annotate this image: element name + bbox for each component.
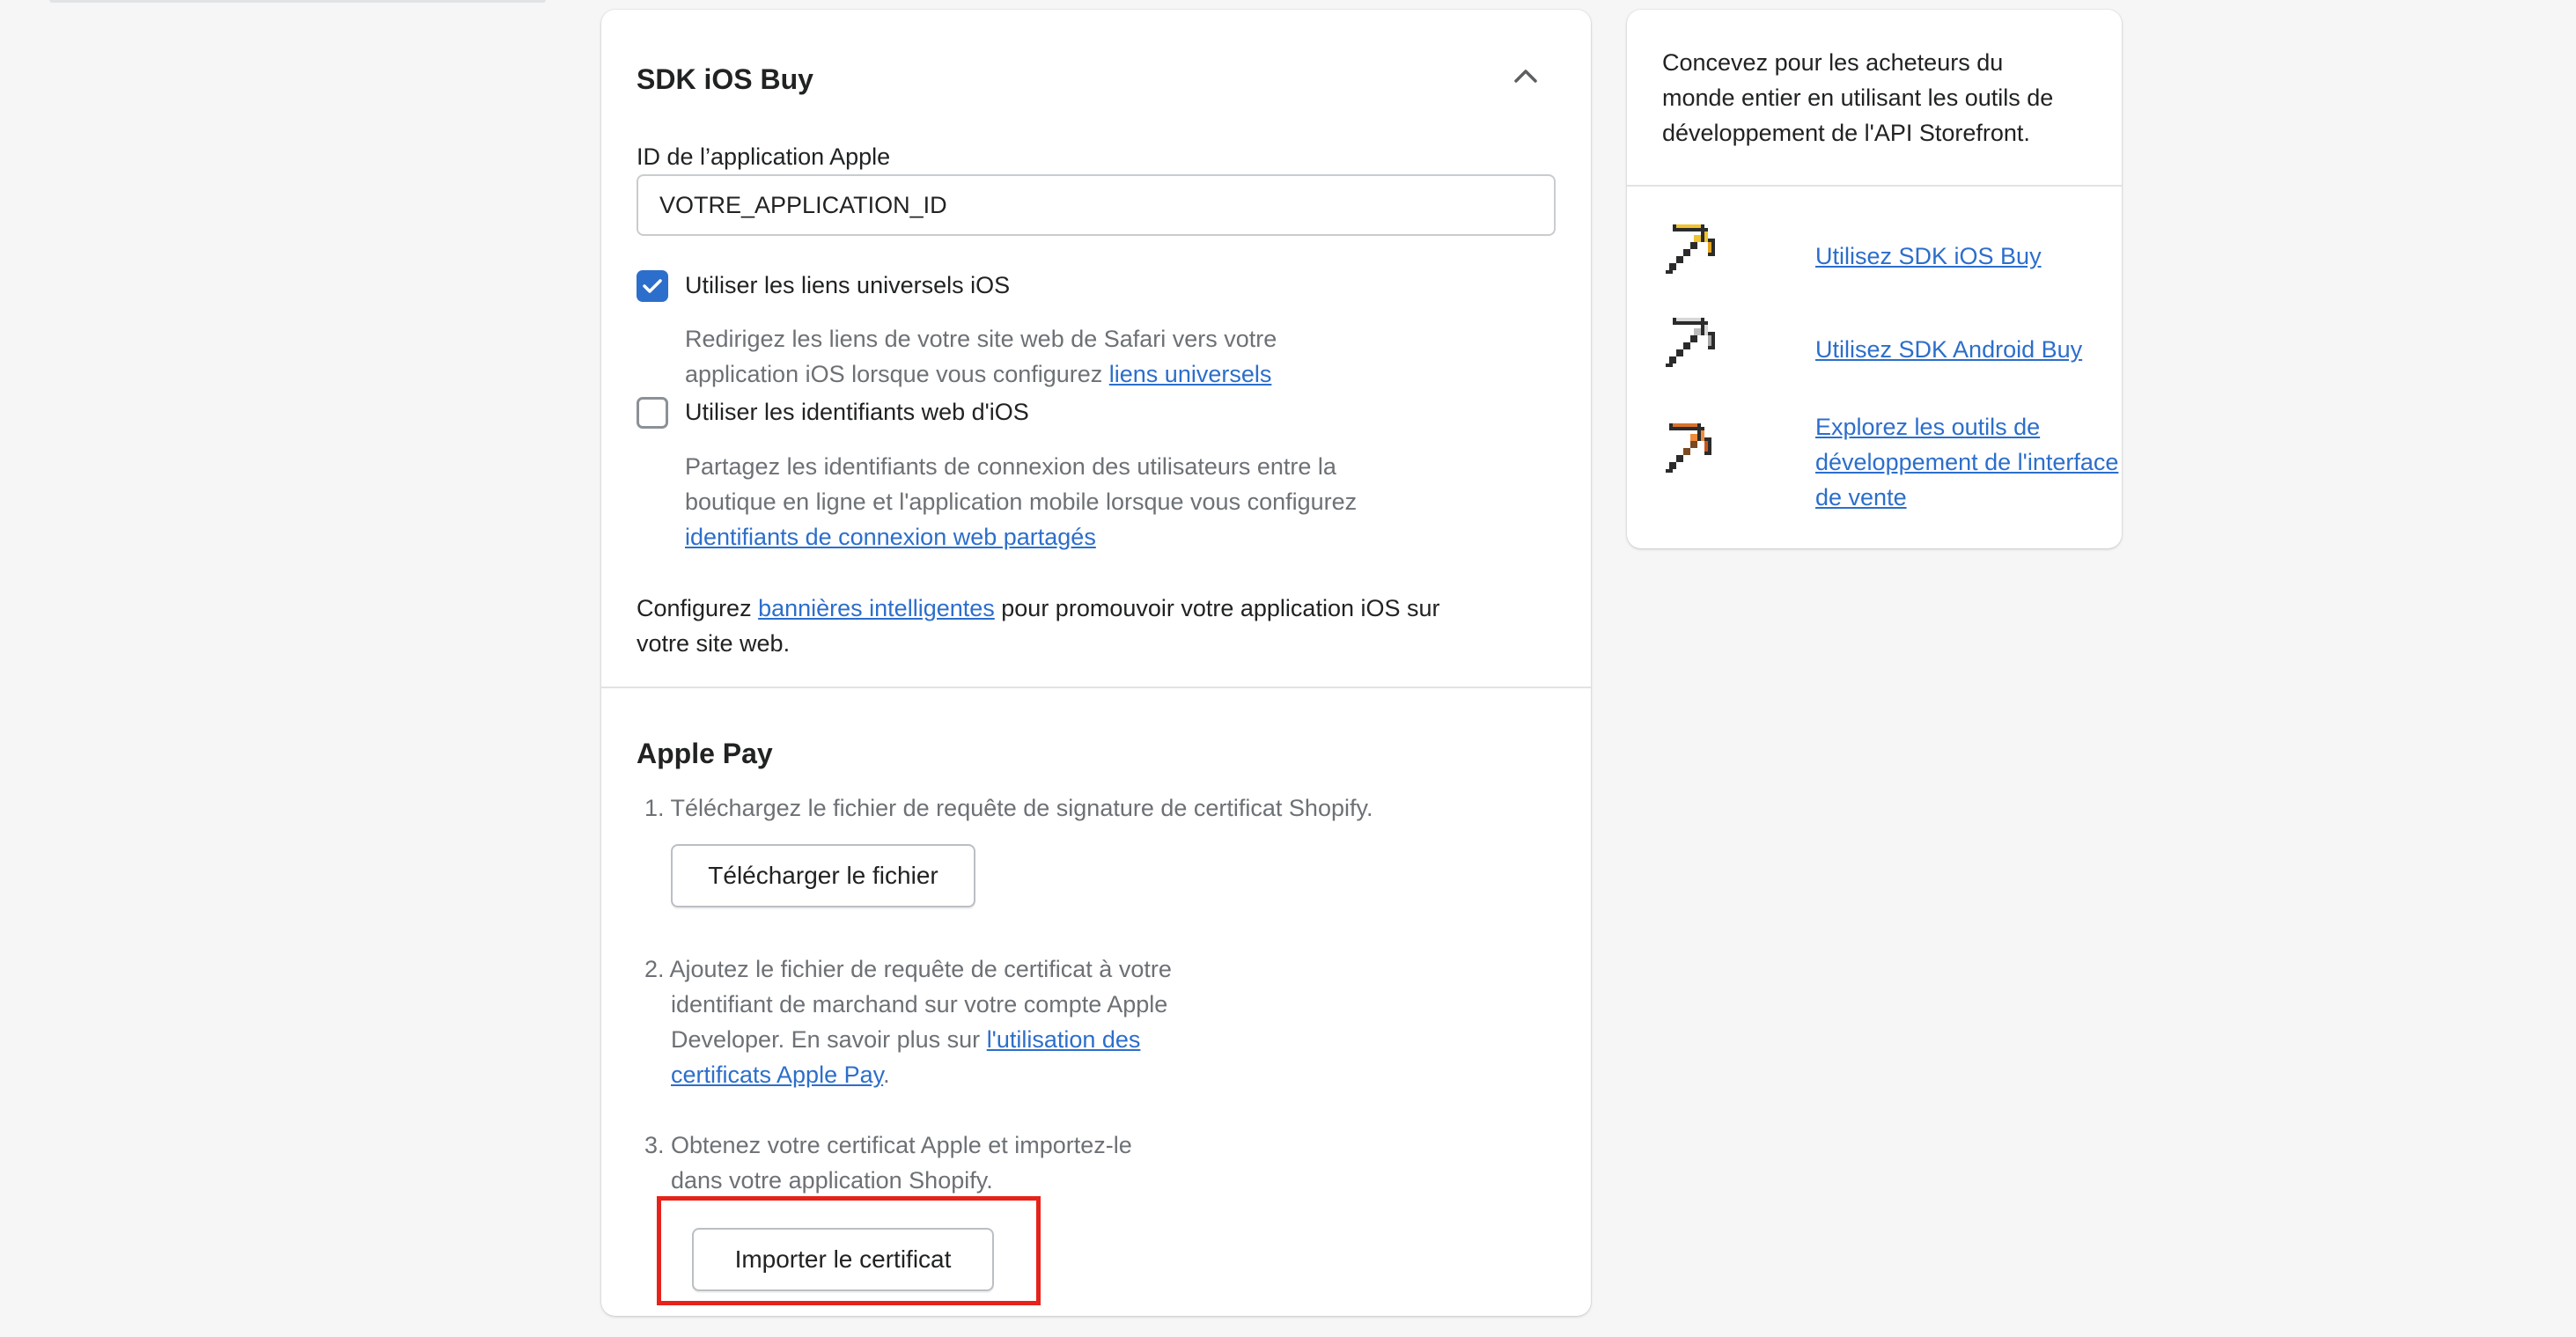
web-credentials-description: Partagez les identifiants de connexion d…	[685, 449, 1357, 555]
app-id-input[interactable]	[637, 174, 1556, 236]
universal-links-desc-line2: application iOS lorsque vous configurez …	[685, 356, 1277, 392]
universal-links-label[interactable]: Utiliser les liens universels iOS	[685, 272, 1010, 299]
sidebar-divider	[1627, 185, 2122, 187]
ios-buy-sdk-link[interactable]: Utilisez SDK iOS Buy	[1815, 239, 2042, 274]
smart-banner-line2: votre site web.	[637, 630, 791, 657]
android-buy-sdk-link[interactable]: Utilisez SDK Android Buy	[1815, 332, 2082, 367]
previous-card-edge	[49, 0, 546, 3]
intro-line1: Concevez pour les acheteurs du	[1662, 49, 2004, 76]
storefront-intro-text: Concevez pour les acheteurs du monde ent…	[1662, 45, 2053, 151]
step2-end: .	[883, 1062, 890, 1088]
sdk-settings-card: SDK iOS Buy ID de l’application Apple Ut…	[601, 10, 1591, 1316]
universal-links-desc-prefix: application iOS lorsque vous configurez	[685, 361, 1109, 387]
apple-pay-certificates-link-part2[interactable]: certificats Apple Pay	[671, 1062, 883, 1088]
apple-pay-step-1: 1. Téléchargez le fichier de requête de …	[644, 795, 1373, 821]
intro-line3: développement de l'API Storefront.	[1662, 120, 2030, 146]
collapse-chevron-up-icon[interactable]	[1512, 62, 1539, 89]
universal-links-desc-line1: Redirigez les liens de votre site web de…	[685, 326, 1277, 352]
smart-banners-link[interactable]: bannières intelligentes	[758, 595, 995, 621]
web-credentials-desc-line2: boutique en ligne et l'application mobil…	[685, 489, 1358, 515]
apple-pay-certificates-link-part1[interactable]: l'utilisation des	[987, 1026, 1141, 1053]
apple-pay-step-3: 3. Obtenez votre certificat Apple et imp…	[644, 1128, 1132, 1198]
pickaxe-copper-icon	[1666, 423, 1711, 473]
download-file-button[interactable]: Télécharger le fichier	[671, 844, 975, 907]
checkmark-icon	[643, 279, 662, 293]
universal-links-description: Redirigez les liens de votre site web de…	[685, 321, 1277, 392]
step2-line3: Developer. En savoir plus sur l'utilisat…	[644, 1022, 1172, 1057]
import-certificate-button[interactable]: Importer le certificat	[692, 1228, 994, 1291]
step2-line1: 2. Ajoutez le fichier de requête de cert…	[644, 956, 1172, 982]
smart-banner-prefix: Configurez	[637, 595, 759, 621]
universal-links-checkbox[interactable]	[637, 270, 668, 302]
step3-line2: dans votre application Shopify.	[671, 1167, 993, 1194]
universal-links-link[interactable]: liens universels	[1109, 361, 1272, 387]
sdk-section-title: SDK iOS Buy	[637, 63, 813, 95]
storefront-tools-link-line2[interactable]: développement de l'interface	[1815, 449, 2118, 475]
storefront-tools-link-line1[interactable]: Explorez les outils de	[1815, 414, 2040, 440]
step2-line4: certificats Apple Pay.	[644, 1057, 1172, 1092]
storefront-tools-link[interactable]: Explorez les outils de développement de …	[1815, 409, 2118, 515]
smart-banner-suffix: pour promouvoir votre application iOS su…	[994, 595, 1440, 621]
pickaxe-gold-icon	[1666, 224, 1715, 274]
smart-banner-text: Configurez bannières intelligentes pour …	[637, 591, 1440, 661]
web-credentials-desc-line1: Partagez les identifiants de connexion d…	[685, 453, 1336, 480]
section-divider	[601, 687, 1591, 688]
storefront-resources-card: Concevez pour les acheteurs du monde ent…	[1627, 10, 2122, 548]
storefront-tools-link-line3[interactable]: de vente	[1815, 484, 1907, 511]
step2-line3-prefix: Developer. En savoir plus sur	[671, 1026, 987, 1053]
intro-line2: monde entier en utilisant les outils de	[1662, 84, 2054, 111]
apple-pay-step-2: 2. Ajoutez le fichier de requête de cert…	[644, 951, 1172, 1092]
apple-pay-title: Apple Pay	[637, 738, 773, 769]
step3-line1: 3. Obtenez votre certificat Apple et imp…	[644, 1132, 1132, 1158]
shared-web-credentials-link[interactable]: identifiants de connexion web partagés	[685, 524, 1096, 550]
pickaxe-iron-icon	[1666, 318, 1715, 367]
web-credentials-label[interactable]: Utiliser les identifiants web d'iOS	[685, 399, 1029, 426]
web-credentials-checkbox[interactable]	[637, 397, 668, 429]
app-id-label: ID de l’application Apple	[637, 143, 891, 170]
step2-line2: identifiant de marchand sur votre compte…	[671, 991, 1168, 1017]
